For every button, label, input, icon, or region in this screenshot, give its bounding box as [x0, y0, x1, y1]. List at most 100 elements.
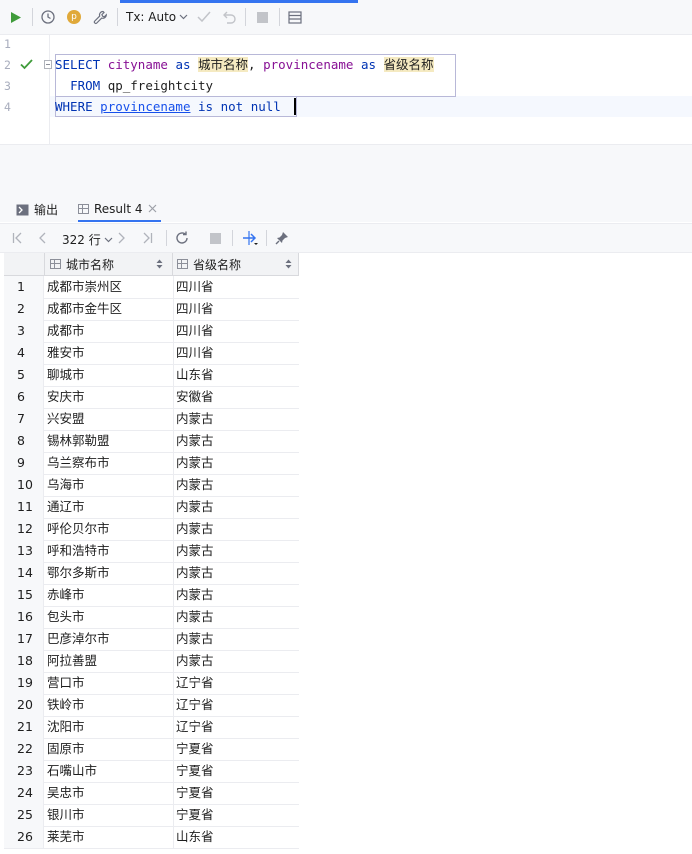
table-row[interactable]: 19 营口市 辽宁省 — [4, 672, 299, 695]
cell-city[interactable]: 呼和浩特市 — [46, 540, 110, 562]
rollback-button[interactable] — [220, 8, 238, 26]
cell-city[interactable]: 锡林郭勒盟 — [46, 430, 110, 452]
table-row[interactable]: 11 通辽市 内蒙古 — [4, 496, 299, 519]
commit-button[interactable] — [195, 8, 213, 26]
sql-column-link[interactable]: provincename — [100, 99, 190, 114]
column-header-city[interactable]: 城市名称 — [50, 253, 114, 275]
close-icon[interactable] — [148, 204, 157, 213]
output-layout-button[interactable] — [286, 8, 304, 26]
cell-province[interactable]: 宁夏省 — [173, 804, 300, 826]
cell-city[interactable]: 铁岭市 — [46, 694, 85, 716]
table-row[interactable]: 5 聊城市 山东省 — [4, 364, 299, 387]
cell-city[interactable]: 包头市 — [46, 606, 85, 628]
cell-province[interactable]: 山东省 — [173, 826, 300, 848]
table-row[interactable]: 4 雅安市 四川省 — [4, 342, 299, 365]
cell-province[interactable]: 四川省 — [173, 298, 300, 320]
stop-button[interactable] — [253, 8, 271, 26]
fold-icon[interactable] — [44, 60, 52, 69]
cell-province[interactable]: 辽宁省 — [173, 672, 300, 694]
cell-city[interactable]: 乌海市 — [46, 474, 85, 496]
cell-province[interactable]: 宁夏省 — [173, 760, 300, 782]
cell-province[interactable]: 内蒙古 — [173, 452, 300, 474]
next-page-button[interactable] — [118, 230, 126, 246]
table-row[interactable]: 24 吴忠市 宁夏省 — [4, 782, 299, 805]
cell-province[interactable]: 四川省 — [173, 320, 300, 342]
cell-city[interactable]: 呼伦贝尔市 — [46, 518, 110, 540]
first-page-button[interactable] — [12, 230, 23, 246]
sort-icon[interactable] — [156, 259, 163, 269]
table-row[interactable]: 9 乌兰察布市 内蒙古 — [4, 452, 299, 475]
table-row[interactable]: 26 莱芜市 山东省 — [4, 826, 299, 849]
panel-divider[interactable] — [0, 144, 692, 198]
cell-province[interactable]: 内蒙古 — [173, 540, 300, 562]
cell-province[interactable]: 宁夏省 — [173, 738, 300, 760]
cell-city[interactable]: 兴安盟 — [46, 408, 85, 430]
cell-province[interactable]: 内蒙古 — [173, 430, 300, 452]
cell-province[interactable]: 内蒙古 — [173, 562, 300, 584]
cell-city[interactable]: 雅安市 — [46, 342, 85, 364]
cell-city[interactable]: 成都市金牛区 — [46, 298, 122, 320]
cell-city[interactable]: 巴彦淖尔市 — [46, 628, 110, 650]
cell-province[interactable]: 山东省 — [173, 364, 300, 386]
cell-city[interactable]: 固原市 — [46, 738, 85, 760]
table-row[interactable]: 20 铁岭市 辽宁省 — [4, 694, 299, 717]
cell-province[interactable]: 宁夏省 — [173, 782, 300, 804]
transaction-mode-dropdown[interactable]: Tx: Auto — [126, 10, 188, 24]
cell-province[interactable]: 辽宁省 — [173, 716, 300, 738]
cell-province[interactable]: 内蒙古 — [173, 584, 300, 606]
previous-page-button[interactable] — [38, 230, 46, 246]
cancel-query-button[interactable] — [210, 230, 221, 246]
table-row[interactable]: 6 安庆市 安徽省 — [4, 386, 299, 409]
page-size-dropdown[interactable]: 322 行 — [62, 231, 113, 248]
column-header-province[interactable]: 省级名称 — [177, 253, 241, 275]
settings-button[interactable] — [91, 8, 109, 26]
column-divider[interactable] — [172, 253, 173, 275]
cell-city[interactable]: 成都市崇州区 — [46, 276, 122, 298]
table-row[interactable]: 15 赤峰市 内蒙古 — [4, 584, 299, 607]
cell-province[interactable]: 内蒙古 — [173, 650, 300, 672]
cell-city[interactable]: 乌兰察布市 — [46, 452, 110, 474]
cell-city[interactable]: 成都市 — [46, 320, 85, 342]
cell-city[interactable]: 银川市 — [46, 804, 85, 826]
table-row[interactable]: 25 银川市 宁夏省 — [4, 804, 299, 827]
cell-city[interactable]: 安庆市 — [46, 386, 85, 408]
cell-city[interactable]: 通辽市 — [46, 496, 85, 518]
cell-province[interactable]: 辽宁省 — [173, 694, 300, 716]
history-button[interactable] — [39, 8, 57, 26]
table-row[interactable]: 17 巴彦淖尔市 内蒙古 — [4, 628, 299, 651]
cell-province[interactable]: 内蒙古 — [173, 518, 300, 540]
cell-province[interactable]: 内蒙古 — [173, 496, 300, 518]
table-row[interactable]: 13 呼和浩特市 内蒙古 — [4, 540, 299, 563]
sort-icon[interactable] — [285, 259, 292, 269]
table-row[interactable]: 10 乌海市 内蒙古 — [4, 474, 299, 497]
sql-editor[interactable]: 1 2 3 4 SELECT cityname as 城市名称, provinc… — [0, 35, 692, 144]
table-row[interactable]: 16 包头市 内蒙古 — [4, 606, 299, 629]
table-row[interactable]: 3 成都市 四川省 — [4, 320, 299, 343]
tab-result-4[interactable]: Result 4 — [78, 197, 161, 222]
cell-city[interactable]: 赤峰市 — [46, 584, 85, 606]
cell-city[interactable]: 吴忠市 — [46, 782, 85, 804]
table-row[interactable]: 23 石嘴山市 宁夏省 — [4, 760, 299, 783]
last-page-button[interactable] — [142, 230, 153, 246]
cell-province[interactable]: 四川省 — [173, 276, 300, 298]
cell-city[interactable]: 沈阳市 — [46, 716, 85, 738]
table-row[interactable]: 12 呼伦贝尔市 内蒙古 — [4, 518, 299, 541]
table-row[interactable]: 8 锡林郭勒盟 内蒙古 — [4, 430, 299, 453]
cell-city[interactable]: 莱芜市 — [46, 826, 85, 848]
tab-output[interactable]: 输出 — [16, 197, 58, 222]
cell-city[interactable]: 石嘴山市 — [46, 760, 97, 782]
cell-city[interactable]: 营口市 — [46, 672, 85, 694]
cell-city[interactable]: 阿拉善盟 — [46, 650, 97, 672]
cell-province[interactable]: 内蒙古 — [173, 628, 300, 650]
cell-province[interactable]: 内蒙古 — [173, 474, 300, 496]
cell-province[interactable]: 内蒙古 — [173, 408, 300, 430]
parameters-button[interactable]: p — [65, 8, 83, 26]
pin-tab-button[interactable] — [275, 230, 289, 246]
cell-city[interactable]: 鄂尔多斯市 — [46, 562, 110, 584]
table-row[interactable]: 18 阿拉善盟 内蒙古 — [4, 650, 299, 673]
reload-button[interactable] — [175, 230, 189, 246]
cell-province[interactable]: 四川省 — [173, 342, 300, 364]
cell-province[interactable]: 内蒙古 — [173, 606, 300, 628]
cell-province[interactable]: 安徽省 — [173, 386, 300, 408]
table-row[interactable]: 7 兴安盟 内蒙古 — [4, 408, 299, 431]
